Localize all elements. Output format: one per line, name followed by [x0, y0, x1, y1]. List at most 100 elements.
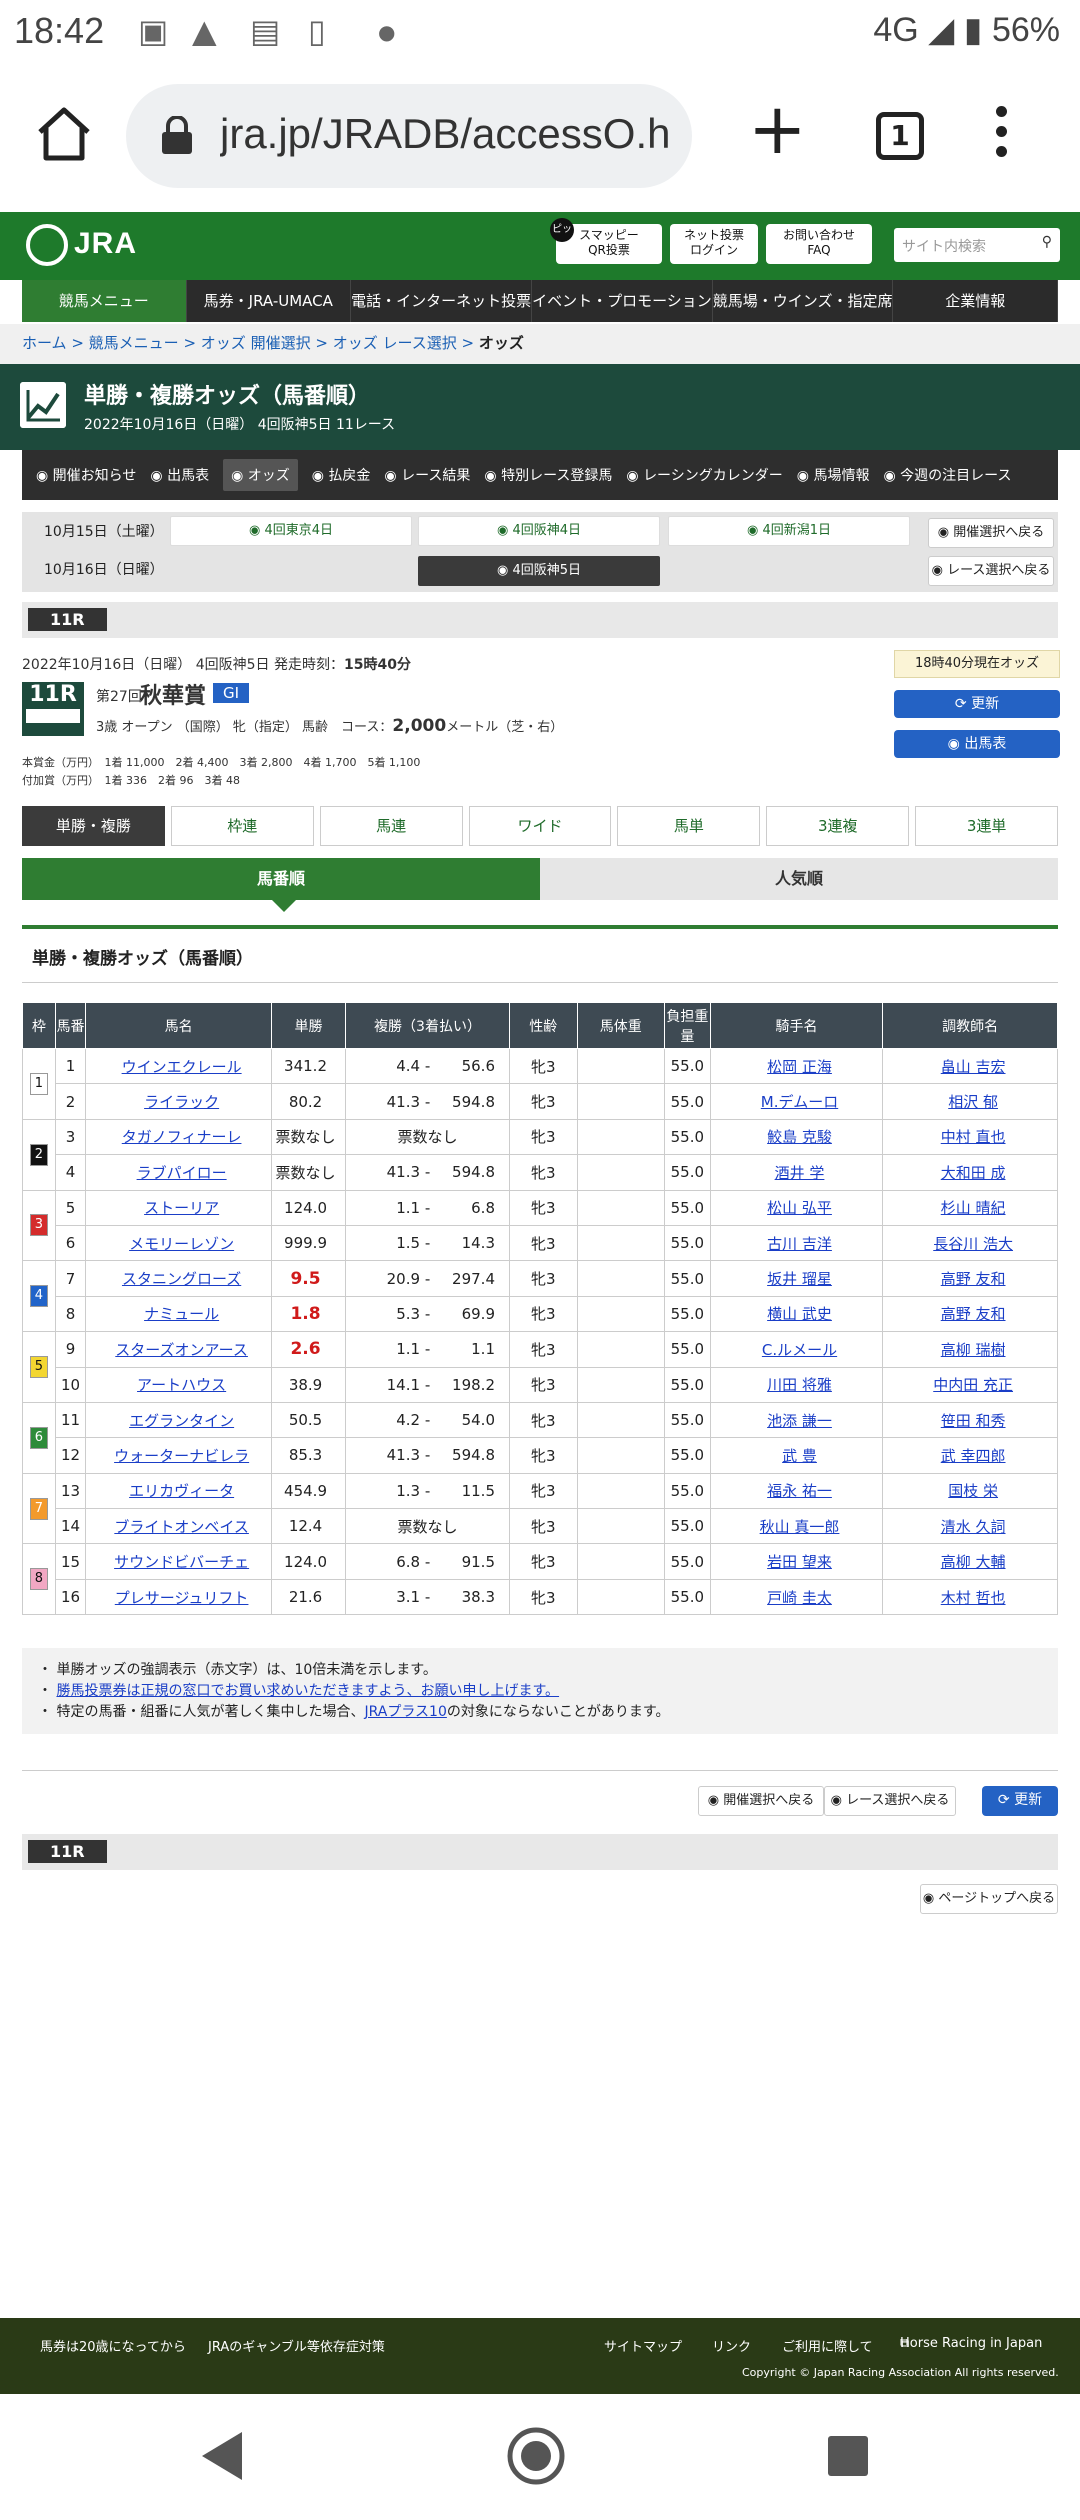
crumb-home[interactable]: ホーム [22, 334, 67, 352]
jockey-link[interactable]: 池添 謙一 [709, 1401, 884, 1439]
horse-name-link[interactable]: アートハウス [85, 1366, 272, 1403]
jockey-link[interactable]: 酒井 学 [709, 1154, 884, 1191]
horse-name-link[interactable]: タガノフィナーレ [85, 1118, 272, 1156]
jockey-link[interactable]: 岩田 望来 [709, 1543, 884, 1580]
tab-trio[interactable]: 3連複 [766, 806, 910, 846]
horse-name-link[interactable]: ブライトオンベイス [85, 1508, 272, 1545]
horse-name-link[interactable]: メモリーレゾン [85, 1224, 272, 1262]
meeting-hanshin-5[interactable]: ◉ 4回阪神5日 [418, 556, 660, 586]
tab-bracket[interactable]: 枠連 [170, 806, 314, 846]
subnav-payout[interactable]: ◉ 払戻金 [312, 465, 371, 485]
trainer-link[interactable]: 清水 久詞 [882, 1508, 1058, 1545]
jra-logo[interactable]: JRA [26, 224, 137, 266]
jockey-link[interactable]: 福永 祐一 [709, 1472, 884, 1510]
trainer-link[interactable]: 中内田 充正 [882, 1366, 1058, 1403]
trainer-link[interactable]: 高野 友和 [882, 1260, 1058, 1297]
horse-name-link[interactable]: ナミュール [85, 1295, 272, 1333]
jockey-link[interactable]: 古川 吉洋 [709, 1224, 884, 1262]
horse-name-link[interactable]: エグランタイン [85, 1401, 272, 1439]
jockey-link[interactable]: 松山 弘平 [709, 1189, 884, 1226]
tab-trifecta[interactable]: 3連単 [915, 806, 1059, 846]
jockey-link[interactable]: 武 豊 [709, 1437, 884, 1474]
horse-name-link[interactable]: ライラック [85, 1083, 272, 1120]
trainer-link[interactable]: 高柳 大輔 [882, 1543, 1058, 1580]
tab-quinella[interactable]: 馬連 [319, 806, 463, 846]
horse-name-link[interactable]: ウォーターナビレラ [85, 1437, 272, 1474]
nav-umaken[interactable]: 馬券・JRA-UMACA [187, 280, 352, 322]
nav-event[interactable]: イベント・プロモーション [532, 280, 713, 322]
footer-links-link[interactable]: リンク [712, 2336, 751, 2355]
tab-wide[interactable]: ワイド [468, 806, 612, 846]
crumb-meeting[interactable]: オッズ 開催選択 [201, 334, 311, 352]
nav-vote[interactable]: 電話・インターネット投票 [351, 280, 533, 322]
trainer-link[interactable]: 国枝 栄 [882, 1472, 1058, 1510]
new-tab-plus-icon[interactable]: + [748, 94, 807, 164]
trainer-link[interactable]: 笹田 和秀 [882, 1401, 1058, 1439]
jockey-link[interactable]: 秋山 真一郎 [709, 1508, 884, 1545]
tab-by-number[interactable]: 馬番順 [22, 858, 540, 900]
overflow-menu-icon[interactable] [996, 106, 1016, 166]
subnav-notice[interactable]: ◉ 開催お知らせ [36, 465, 136, 485]
subnav-entries[interactable]: ◉ 出馬表 [150, 465, 209, 485]
jockey-link[interactable]: 松岡 正海 [709, 1047, 884, 1085]
horse-name-link[interactable]: プレサージュリフト [85, 1578, 272, 1616]
home-circle-icon[interactable] [506, 2426, 566, 2486]
trainer-link[interactable]: 高柳 瑞樹 [882, 1331, 1058, 1368]
net-vote-login-button[interactable]: ネット投票 ログイン [670, 224, 758, 264]
footer-english-link[interactable]: Horse Racing in Japan ⧉ [900, 2336, 1042, 2351]
horse-name-link[interactable]: ラブパイロー [85, 1154, 272, 1191]
bottom-back-to-race-button[interactable]: ◉ レース選択へ戻る [824, 1786, 956, 1816]
meeting-hanshin-4[interactable]: ◉ 4回阪神4日 [418, 516, 660, 546]
tab-exacta[interactable]: 馬単 [617, 806, 761, 846]
trainer-link[interactable]: 畠山 吉宏 [882, 1047, 1058, 1085]
home-icon[interactable] [34, 104, 94, 164]
horse-name-link[interactable]: エリカヴィータ [85, 1472, 272, 1510]
jockey-link[interactable]: 鮫島 克駿 [709, 1118, 884, 1156]
meeting-tokyo-4[interactable]: ◉ 4回東京4日 [170, 516, 412, 546]
subnav-results[interactable]: ◉ レース結果 [384, 465, 470, 485]
tab-by-popularity[interactable]: 人気順 [540, 858, 1058, 900]
smappy-qr-button[interactable]: ピッ スマッピー QR投票 [550, 218, 662, 264]
recents-icon[interactable] [826, 2434, 870, 2478]
bottom-back-to-meeting-button[interactable]: ◉ 開催選択へ戻る [698, 1786, 824, 1816]
nav-keiba-menu[interactable]: 競馬メニュー [22, 280, 187, 322]
bottom-update-button[interactable]: ⟳ 更新 [982, 1786, 1058, 1816]
entries-button[interactable]: ◉ 出馬表 [894, 730, 1060, 758]
trainer-link[interactable]: 長谷川 浩大 [882, 1224, 1058, 1262]
back-to-race-button[interactable]: ◉ レース選択へ戻る [928, 556, 1054, 586]
trainer-link[interactable]: 杉山 晴紀 [882, 1189, 1058, 1226]
note-2[interactable]: ・ 勝馬投票券は正規の窓口でお買い求めいただきますよう、お願い申し上げます。 [38, 1681, 1042, 1702]
subnav-special[interactable]: ◉ 特別レース登録馬 [484, 465, 612, 485]
crumb-menu[interactable]: 競馬メニュー [89, 334, 179, 352]
horse-name-link[interactable]: スタニングローズ [85, 1260, 272, 1297]
jra-plus10-link[interactable]: JRAプラス10 [364, 1704, 446, 1720]
crumb-race[interactable]: オッズ レース選択 [333, 334, 457, 352]
footer-terms-link[interactable]: ご利用に際して [782, 2336, 873, 2355]
jockey-link[interactable]: C.ルメール [709, 1331, 884, 1368]
address-bar[interactable]: jra.jp/JRADB/accessO.h [126, 84, 692, 188]
subnav-calendar[interactable]: ◉ レーシングカレンダー [626, 465, 782, 485]
trainer-link[interactable]: 相沢 郁 [882, 1083, 1058, 1120]
trainer-link[interactable]: 大和田 成 [882, 1154, 1058, 1191]
horse-name-link[interactable]: スターズオンアース [85, 1331, 272, 1368]
trainer-link[interactable]: 木村 哲也 [882, 1578, 1058, 1616]
horse-name-link[interactable]: サウンドビバーチェ [85, 1543, 272, 1580]
subnav-track[interactable]: ◉ 馬場情報 [797, 465, 870, 485]
jockey-link[interactable]: 戸崎 圭太 [709, 1578, 884, 1616]
meeting-niigata-1[interactable]: ◉ 4回新潟1日 [668, 516, 910, 546]
footer-age-link[interactable]: 馬券は20歳になってから [40, 2336, 186, 2355]
back-icon[interactable] [198, 2430, 244, 2482]
footer-addiction-link[interactable]: JRAのギャンブル等依存症対策 [208, 2336, 385, 2355]
tab-win-place[interactable]: 単勝・複勝 [22, 806, 165, 846]
trainer-link[interactable]: 高野 友和 [882, 1295, 1058, 1333]
jockey-link[interactable]: M.デムーロ [709, 1083, 884, 1120]
trainer-link[interactable]: 中村 直也 [882, 1118, 1058, 1156]
site-search-input[interactable]: サイト内検索 ⚲ [894, 228, 1060, 262]
faq-button[interactable]: お問い合わせ FAQ [766, 224, 872, 264]
footer-sitemap-link[interactable]: サイトマップ [604, 2336, 682, 2355]
update-button[interactable]: ⟳ 更新 [894, 690, 1060, 718]
back-to-meeting-button[interactable]: ◉ 開催選択へ戻る [928, 518, 1054, 548]
page-top-button[interactable]: ◉ ページトップへ戻る [920, 1884, 1058, 1914]
jockey-link[interactable]: 横山 武史 [709, 1295, 884, 1333]
jockey-link[interactable]: 坂井 瑠星 [709, 1260, 884, 1297]
